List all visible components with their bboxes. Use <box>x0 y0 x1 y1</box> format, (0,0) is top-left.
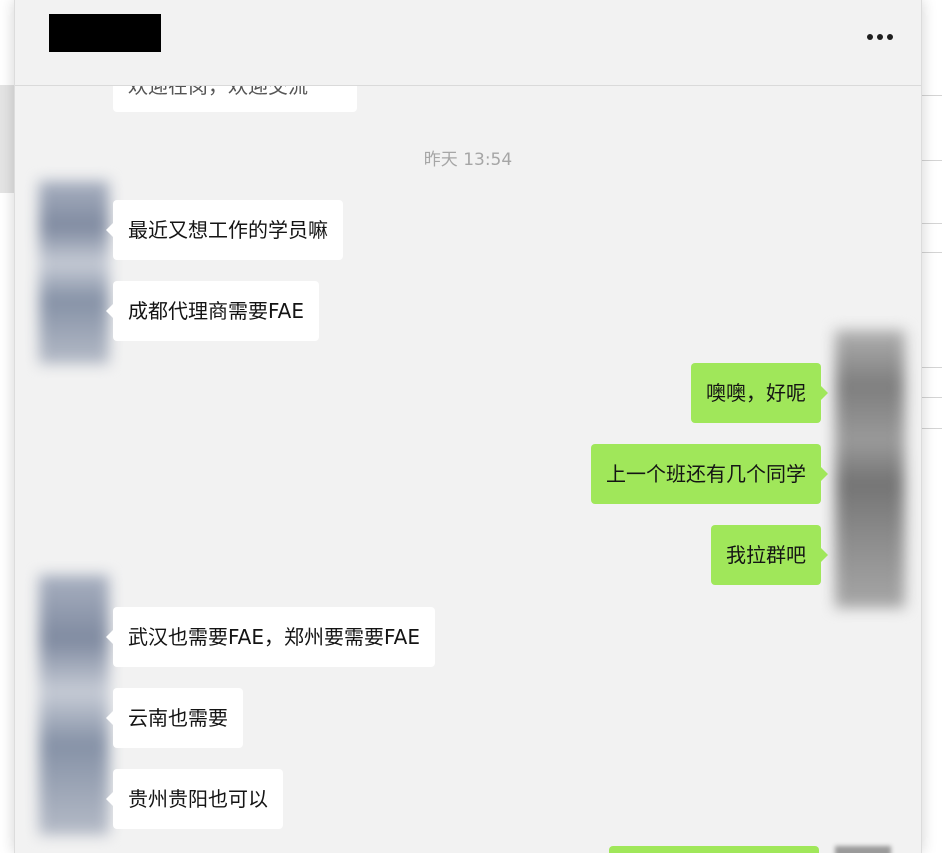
message-bubble-incoming[interactable]: 成都代理商需要FAE <box>106 281 319 341</box>
message-text: 贵州贵阳也可以 <box>128 787 268 811</box>
background-divider <box>920 397 942 398</box>
sender-avatar[interactable] <box>39 181 109 364</box>
message-bubble-incoming[interactable]: 最近又想工作的学员嘛 <box>106 200 343 260</box>
message-text: 成都代理商需要FAE <box>128 299 304 323</box>
message-text: 武汉也需要FAE，郑州要需要FAE <box>128 625 420 649</box>
background-divider <box>920 428 942 429</box>
message-list[interactable]: 欢迎在岗，欢迎交流 昨天 13:54 最近又想工作的学员嘛 成都代理商需要FAE… <box>15 0 921 853</box>
message-text: 我拉群吧 <box>726 543 806 567</box>
message-bubble-outgoing[interactable]: 噢噢，好呢 <box>691 363 828 423</box>
sender-avatar[interactable] <box>39 575 109 835</box>
message-timestamp: 昨天 13:54 <box>423 150 513 170</box>
more-dot-icon <box>867 34 873 40</box>
message-bubble-incoming[interactable]: 贵州贵阳也可以 <box>106 769 283 829</box>
background-divider <box>920 160 942 161</box>
my-avatar[interactable] <box>835 330 905 608</box>
background-divider <box>920 95 942 96</box>
message-text: 噢噢，好呢 <box>706 381 806 405</box>
message-bubble-outgoing[interactable]: 上一个班还有几个同学 <box>591 444 828 504</box>
message-bubble-outgoing-cut[interactable] <box>609 846 819 853</box>
message-text: 最近又想工作的学员嘛 <box>128 218 328 242</box>
message-bubble-outgoing[interactable]: 我拉群吧 <box>711 525 828 585</box>
more-dot-icon <box>887 34 893 40</box>
more-options-button[interactable] <box>863 22 897 52</box>
chat-header: 群 <box>15 0 921 86</box>
background-divider <box>920 223 942 224</box>
message-text: 云南也需要 <box>128 706 228 730</box>
more-dot-icon <box>877 34 883 40</box>
my-avatar-cut <box>835 846 891 853</box>
redaction-block <box>49 14 161 52</box>
chat-window: 欢迎在岗，欢迎交流 昨天 13:54 最近又想工作的学员嘛 成都代理商需要FAE… <box>14 0 922 853</box>
background-sidebar-strip <box>0 85 14 193</box>
message-bubble-incoming[interactable]: 武汉也需要FAE，郑州要需要FAE <box>106 607 435 667</box>
background-divider <box>920 367 942 368</box>
background-divider <box>920 252 942 253</box>
message-bubble-incoming[interactable]: 云南也需要 <box>106 688 243 748</box>
message-text: 上一个班还有几个同学 <box>606 462 806 486</box>
